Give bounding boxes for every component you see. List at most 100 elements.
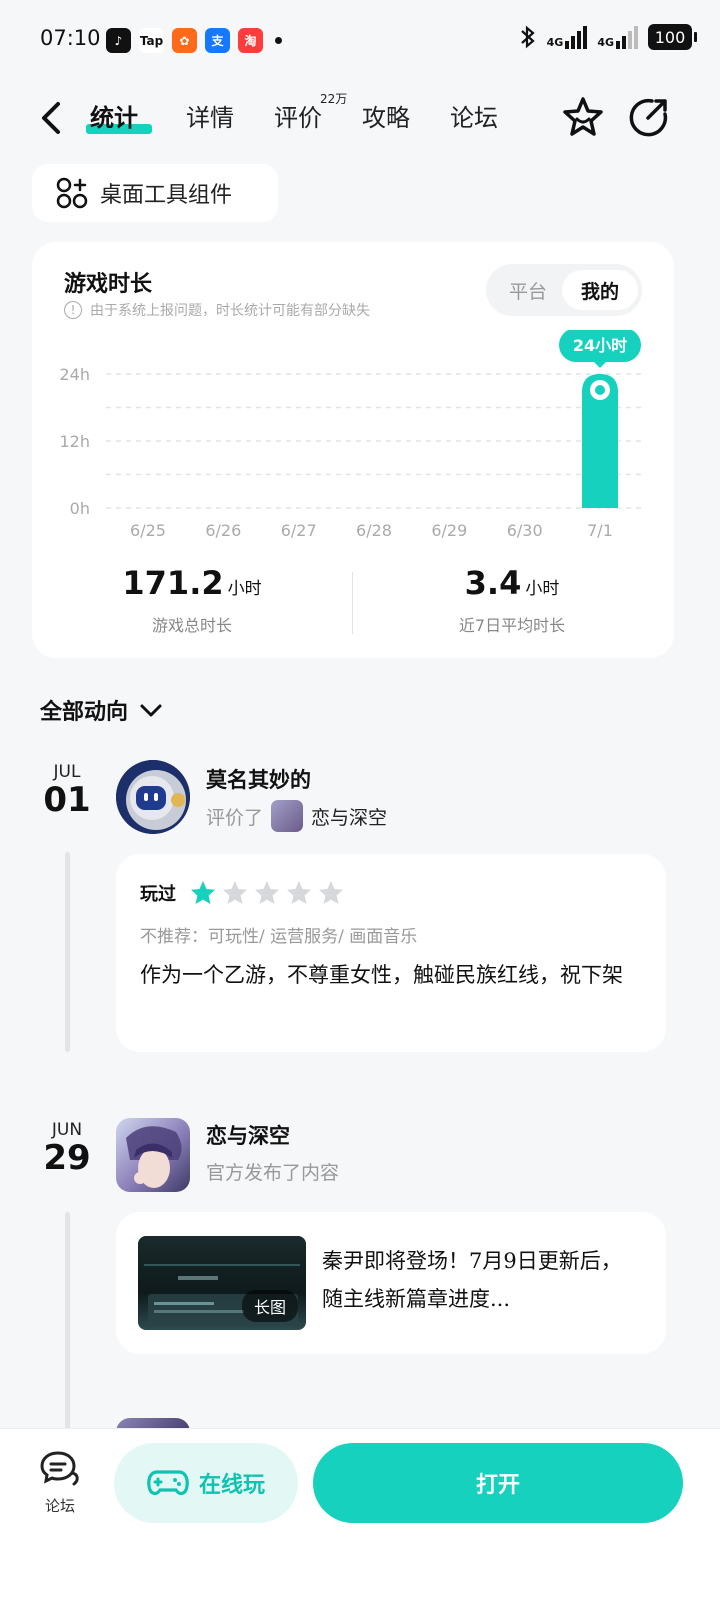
- activity-filter[interactable]: 全部动向: [40, 694, 164, 726]
- forum-chat-icon: [40, 1451, 79, 1486]
- entry-target-game[interactable]: 恋与深空: [311, 803, 387, 830]
- signal-icon-1: 4G: [546, 25, 588, 49]
- star-empty-icon: [223, 881, 247, 904]
- reviews-count-badge: 22万: [320, 92, 348, 106]
- star-empty-icon: [255, 881, 279, 904]
- status-indicators: 4G 4G 100: [519, 24, 697, 50]
- play-online-button[interactable]: 在线玩: [114, 1443, 298, 1523]
- bluetooth-icon: [520, 25, 535, 49]
- avg-playtime: 3.4 小时 近7日平均时长: [352, 564, 672, 636]
- favorite-star-icon[interactable]: [560, 94, 606, 140]
- tab-forum[interactable]: 论坛: [450, 98, 498, 133]
- desktop-widget-button[interactable]: 桌面工具组件: [32, 164, 278, 222]
- chevron-down-icon: [140, 704, 162, 717]
- tiktok-icon: ♪: [106, 28, 131, 53]
- entry-date: JUN 29: [37, 1120, 97, 1177]
- date-day: 01: [43, 780, 91, 820]
- rating-stars: [190, 880, 344, 906]
- toggle-mine[interactable]: 我的: [562, 270, 638, 310]
- chart-tooltip-pointer: [594, 362, 606, 368]
- play-time-note: ! 由于系统上报问题，时长统计可能有部分缺失: [64, 300, 370, 320]
- entry-action-verb: 评价了: [206, 806, 264, 829]
- chart-tooltip-label: 24小时: [573, 336, 627, 355]
- share-icon[interactable]: [626, 94, 672, 140]
- review-card[interactable]: 玩过 不推荐：可玩性/ 运营服务/ 画面音乐 作为一个乙游，不尊重女性，触碰民族…: [116, 854, 666, 1052]
- widget-button-label: 桌面工具组件: [100, 183, 233, 208]
- taobao-icon: 淘: [238, 28, 263, 53]
- forum-button[interactable]: 论坛: [30, 1449, 90, 1516]
- tab-guides[interactable]: 攻略: [362, 98, 410, 133]
- play-time-chart-svg: 0h 12h 24h 6/25 6/26 6/27 6/28 6/29 6/30 24小时 7/1: [60, 330, 644, 540]
- rating-row: 玩过: [140, 880, 344, 906]
- entry-action: 评价了 恋与深空: [206, 800, 387, 832]
- avatar[interactable]: [116, 760, 190, 834]
- battery-indicator: 100: [648, 24, 697, 50]
- kuaishou-icon: ✿: [172, 28, 197, 53]
- date-month: JUN: [51, 1120, 83, 1140]
- open-game-button[interactable]: 打开: [313, 1443, 683, 1523]
- robot-avatar-icon: [116, 760, 190, 834]
- star-filled-icon: [191, 881, 215, 904]
- x-tick-label: 6/29: [431, 521, 467, 540]
- open-game-label: 打开: [475, 1472, 520, 1498]
- play-time-title: 游戏时长: [64, 271, 153, 297]
- toggle-platform[interactable]: 平台: [490, 270, 566, 310]
- y-tick-label: 24h: [60, 365, 91, 384]
- avg-playtime-value: 3.4: [464, 564, 522, 602]
- avg-playtime-unit: 小时: [525, 579, 560, 599]
- total-playtime-label: 游戏总时长: [151, 616, 232, 635]
- bottom-action-bar: 论坛 在线玩 打开: [0, 1428, 720, 1600]
- avatar[interactable]: [116, 1118, 190, 1192]
- entry-action-verb: 官方发布了内容: [206, 1162, 340, 1184]
- tab-reviews[interactable]: 评价: [274, 98, 322, 133]
- game-thumb: [271, 800, 304, 832]
- tab-details[interactable]: 详情: [186, 98, 234, 133]
- long-image-badge: 长图: [241, 1290, 298, 1322]
- signal-label-1: 4G: [546, 35, 564, 49]
- review-tags: 不推荐：可玩性/ 运营服务/ 画面音乐: [140, 927, 418, 947]
- status-time: 07:10: [40, 26, 101, 50]
- total-playtime: 171.2 小时 游戏总时长: [32, 564, 352, 636]
- play-time-card: 游戏时长 ! 由于系统上报问题，时长统计可能有部分缺失 平台 我的 0h 12h 2…: [32, 242, 674, 658]
- total-playtime-value: 171.2: [122, 564, 224, 602]
- status-bar: 07:10 ♪ Tap ✿ 支淘 4G 4G 100: [0, 0, 720, 80]
- date-month: JUL: [53, 762, 81, 782]
- character-avatar-image: [126, 1126, 182, 1188]
- x-tick-label: 6/26: [205, 521, 241, 540]
- alipay-icon: 支: [205, 28, 230, 53]
- back-icon[interactable]: [36, 98, 72, 138]
- x-tick-label: 6/28: [356, 521, 392, 540]
- timeline-line: [65, 852, 70, 1052]
- total-playtime-unit: 小时: [227, 579, 262, 599]
- entry-action: 官方发布了内容: [206, 1158, 339, 1185]
- activity-filter-label: 全部动向: [40, 699, 129, 725]
- star-empty-icon: [287, 881, 311, 904]
- x-tick-label: 6/30: [507, 521, 543, 540]
- play-time-note-text: 由于系统上报问题，时长统计可能有部分缺失: [90, 303, 370, 319]
- avg-playtime-label: 近7日平均时长: [458, 616, 566, 635]
- x-tick-label: 7/1: [587, 521, 613, 540]
- post-text: 秦尹即将登场！7月9日更新后，随主线新篇章进度...: [322, 1249, 622, 1311]
- entry-user-name[interactable]: 莫名其妙的: [206, 764, 311, 794]
- more-notifications-dot: [275, 37, 282, 44]
- widget-grid-icon: [56, 177, 88, 209]
- post-thumbnail[interactable]: 长图: [138, 1236, 306, 1330]
- top-nav: 统计 详情 评价 22万 攻略 论坛: [0, 84, 720, 154]
- post-card[interactable]: 长图 秦尹即将登场！7月9日更新后，随主线新篇章进度...: [116, 1212, 666, 1354]
- y-tick-label: 12h: [60, 432, 91, 451]
- play-online-label: 在线玩: [198, 1472, 265, 1498]
- timeline-line: [65, 1212, 70, 1432]
- notification-icons: ♪ Tap ✿ 支淘: [106, 28, 282, 53]
- y-tick-label: 0h: [70, 499, 90, 518]
- played-label: 玩过: [140, 884, 176, 905]
- review-text: 作为一个乙游，不尊重女性，触碰民族红线，祝下架: [140, 963, 623, 987]
- chart-point-marker-inner: [595, 385, 605, 395]
- date-day: 29: [43, 1138, 91, 1178]
- x-tick-label: 6/27: [281, 521, 317, 540]
- entry-user-name[interactable]: 恋与深空: [206, 1120, 290, 1150]
- gamepad-icon: [147, 1470, 189, 1496]
- forum-button-label: 论坛: [44, 1497, 75, 1515]
- x-tick-label: 6/25: [130, 521, 166, 540]
- play-time-chart: 0h 12h 24h 6/25 6/26 6/27 6/28 6/29 6/30 24小时 7/1: [32, 330, 674, 550]
- tab-stats[interactable]: 统计: [90, 98, 138, 133]
